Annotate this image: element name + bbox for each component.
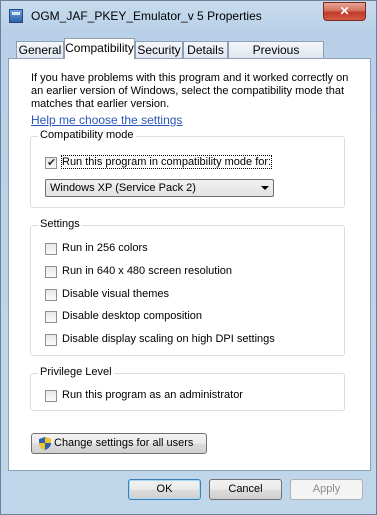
setting-disable-dpi-scaling-label[interactable]: Disable display scaling on high DPI sett…: [62, 333, 275, 345]
help-link[interactable]: Help me choose the settings: [31, 113, 182, 127]
window-title: OGM_JAF_PKEY_Emulator_v 5 Properties: [31, 9, 262, 23]
compatibility-mode-checkbox[interactable]: [45, 156, 57, 169]
tab-compatibility[interactable]: Compatibility: [64, 38, 135, 59]
close-button[interactable]: ✕: [323, 2, 366, 21]
setting-disable-desktop-composition-checkbox[interactable]: [45, 311, 57, 323]
setting-640x480-checkbox[interactable]: [45, 266, 57, 278]
change-settings-all-users-button[interactable]: Change settings for all users: [31, 433, 207, 454]
compatibility-mode-checkbox-label[interactable]: Run this program in compatibility mode f…: [60, 155, 273, 169]
setting-256-colors-label[interactable]: Run in 256 colors: [62, 242, 148, 254]
setting-disable-desktop-composition-label[interactable]: Disable desktop composition: [62, 310, 202, 322]
setting-disable-visual-themes-label[interactable]: Disable visual themes: [62, 288, 169, 300]
chevron-down-icon: [261, 186, 269, 190]
change-settings-label: Change settings for all users: [54, 437, 194, 449]
compatibility-mode-label: Compatibility mode: [38, 129, 136, 141]
tab-details[interactable]: Details: [183, 41, 228, 59]
compatibility-mode-select[interactable]: Windows XP (Service Pack 2): [45, 179, 274, 197]
title-bar[interactable]: OGM_JAF_PKEY_Emulator_v 5 Properties ✕: [1, 1, 376, 31]
uac-shield-icon: [39, 437, 51, 450]
intro-text: If you have problems with this program a…: [31, 72, 349, 110]
setting-256-colors-checkbox[interactable]: [45, 243, 57, 255]
cancel-button[interactable]: Cancel: [209, 479, 282, 500]
apply-button[interactable]: Apply: [290, 479, 363, 500]
compatibility-mode-selected-value: Windows XP (Service Pack 2): [50, 182, 196, 194]
application-icon: [9, 9, 23, 23]
privilege-level-label: Privilege Level: [38, 366, 114, 378]
compatibility-mode-group: [30, 136, 345, 208]
setting-640x480-label[interactable]: Run in 640 x 480 screen resolution: [62, 265, 232, 277]
setting-disable-dpi-scaling-checkbox[interactable]: [45, 334, 57, 346]
tab-previous-versions[interactable]: Previous Versions: [228, 41, 324, 73]
setting-disable-visual-themes-checkbox[interactable]: [45, 289, 57, 301]
tab-general[interactable]: General: [16, 41, 64, 59]
properties-window: OGM_JAF_PKEY_Emulator_v 5 Properties ✕ G…: [0, 0, 377, 515]
run-as-admin-checkbox[interactable]: [45, 390, 57, 402]
tab-security[interactable]: Security: [135, 41, 183, 59]
settings-label: Settings: [38, 218, 82, 230]
ok-button[interactable]: OK: [128, 479, 201, 500]
run-as-admin-label[interactable]: Run this program as an administrator: [62, 389, 243, 401]
